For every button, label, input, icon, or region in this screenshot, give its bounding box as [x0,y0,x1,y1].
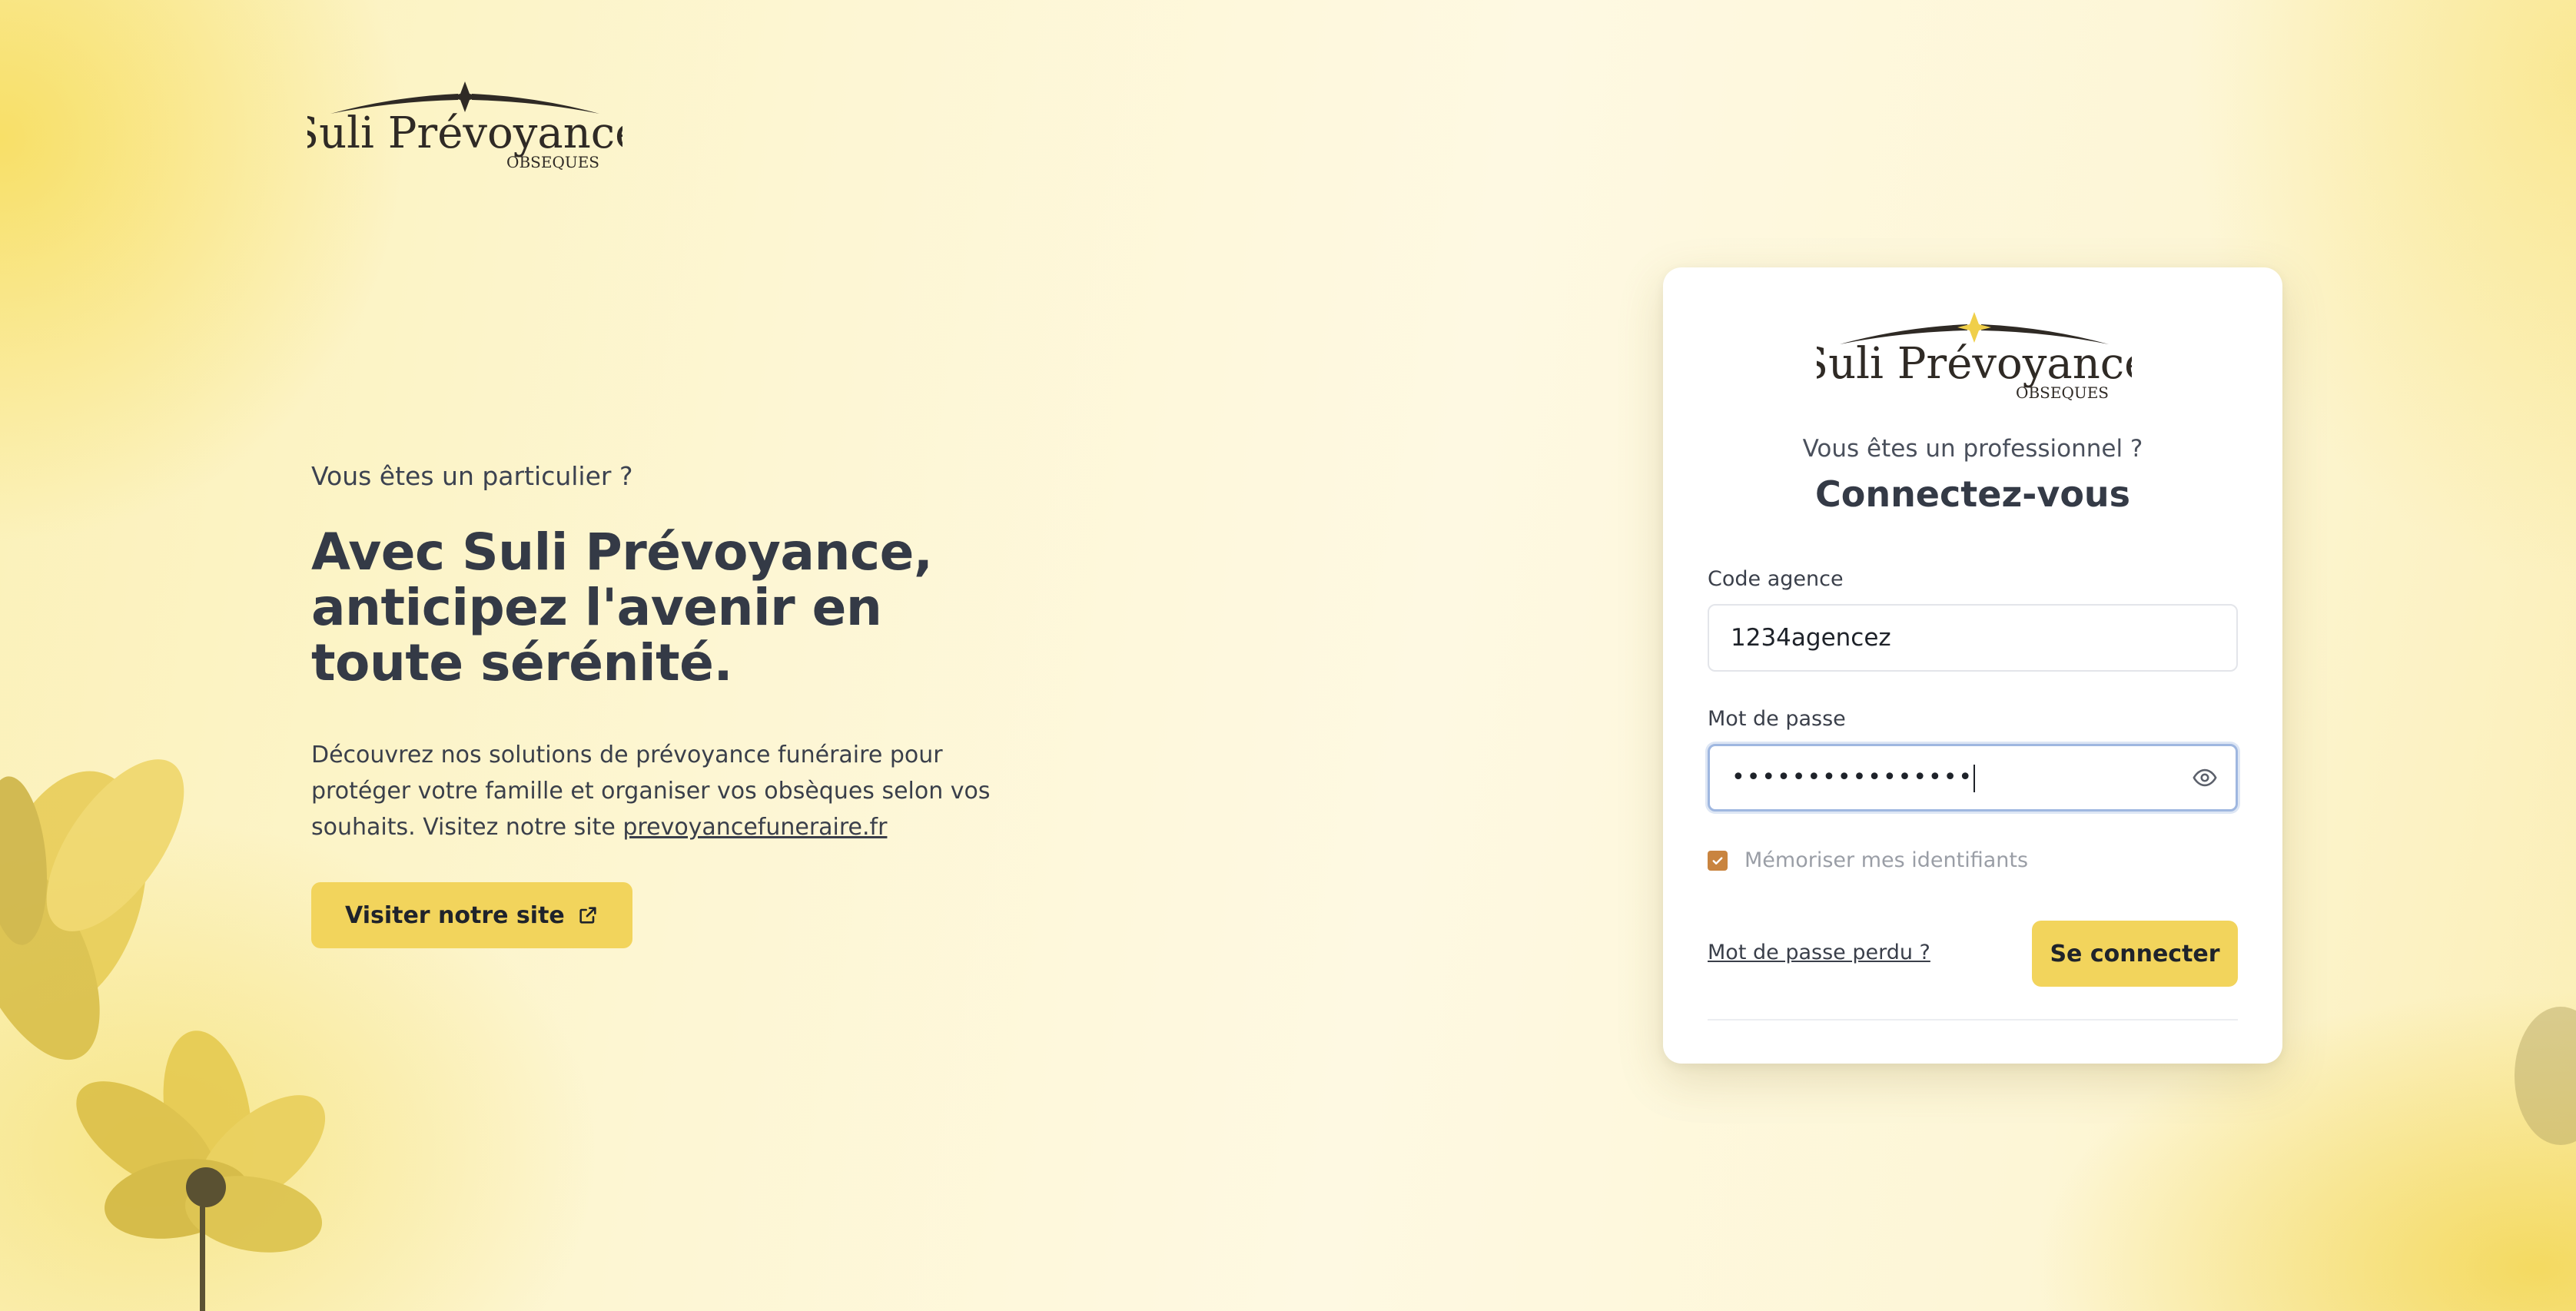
password-value: •••••••••••••••• [1731,763,1976,792]
flower-decoration-right [2515,1007,2576,1145]
card-divider [1708,1019,2238,1021]
login-kicker: Vous êtes un professionnel ? [1802,435,2143,463]
svg-text:Suli Prévoyance: Suli Prévoyance [1817,339,2132,389]
site-link[interactable]: prevoyancefuneraire.fr [622,814,887,841]
remember-me-label: Mémoriser mes identifiants [1744,848,2029,872]
external-link-icon [579,907,596,924]
agency-code-input[interactable]: 1234agencez [1708,604,2238,672]
forgot-password-link[interactable]: Mot de passe perdu ? [1708,941,1930,964]
hero-title: Avec Suli Prévoyance, anticipez l'avenir… [311,523,933,692]
password-masked: •••••••••••••••• [1731,764,1974,792]
card-brand-logo: Suli Prévoyance OBSEQUES [1817,312,2132,402]
remember-me-checkbox[interactable]: Mémoriser mes identifiants [1708,848,2028,872]
password-label: Mot de passe [1708,707,1846,731]
brand-logo: Suli Prévoyance OBSEQUES [307,81,622,171]
hero-section: Vous êtes un particulier ? Avec Suli Pré… [311,461,1041,948]
hero-description: Découvrez nos solutions de prévoyance fu… [311,737,1026,845]
agency-code-value: 1234agencez [1731,624,1891,652]
text-caret [1973,764,1976,792]
login-button[interactable]: Se connecter [2032,921,2238,987]
login-title: Connectez-vous [1814,473,2131,515]
login-card: Suli Prévoyance OBSEQUES Vous êtes un pr… [1663,267,2282,1064]
password-input[interactable]: •••••••••••••••• [1708,744,2238,811]
hero-kicker: Vous êtes un particulier ? [311,461,633,491]
check-icon [1708,850,1728,871]
eye-icon[interactable] [2189,762,2220,793]
svg-text:OBSEQUES: OBSEQUES [2016,383,2109,402]
agency-code-label: Code agence [1708,567,1844,591]
svg-text:Suli Prévoyance: Suli Prévoyance [307,108,622,158]
visit-site-label: Visiter notre site [345,901,565,929]
svg-text:OBSEQUES: OBSEQUES [506,153,599,171]
visit-site-button[interactable]: Visiter notre site [311,882,632,948]
